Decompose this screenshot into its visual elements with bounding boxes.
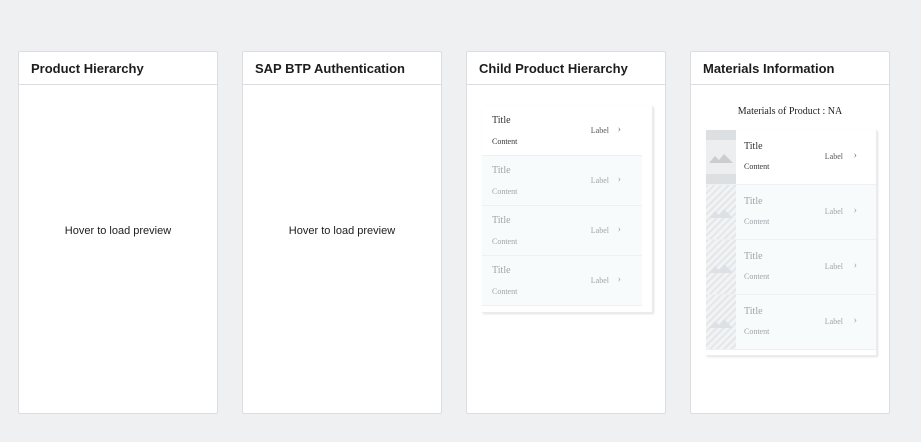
list-item-content: Content [492, 287, 518, 296]
preview-list: Title Content Label › Title Content Labe… [482, 106, 653, 313]
list-item-content: Content [492, 187, 518, 196]
list-item-label: Label [590, 276, 609, 285]
list-item-label: Label [590, 176, 609, 185]
list-item-label: Label [590, 126, 609, 135]
hover-to-load-text: Hover to load preview [288, 225, 396, 237]
materials-heading: Materials of Product : NA [737, 106, 843, 117]
card-title: Product Hierarchy [19, 52, 217, 85]
list-item[interactable]: Title Content Label › [706, 295, 876, 350]
list-item[interactable]: Title Content Label › [482, 206, 642, 256]
list-item-content: Content [744, 272, 770, 281]
list-item-label: Label [824, 207, 843, 216]
image-placeholder-icon [706, 185, 736, 239]
list-item-title: Title [492, 115, 511, 126]
list-item-content: Content [744, 327, 770, 336]
chevron-right-icon: › [617, 174, 621, 185]
image-placeholder-icon [706, 295, 736, 349]
list-item-label: Label [824, 317, 843, 326]
card-body[interactable]: Hover to load preview [243, 85, 441, 413]
list-item-title: Title [744, 306, 763, 317]
list-item-title: Title [492, 215, 511, 226]
image-placeholder-icon [706, 240, 736, 294]
list-item-label: Label [590, 226, 609, 235]
list-item-title: Title [492, 265, 511, 276]
chevron-right-icon: › [617, 124, 621, 135]
preview-card-child-product-hierarchy[interactable]: Child Product Hierarchy Title Content La… [466, 51, 666, 414]
list-item[interactable]: Title Content Label › [706, 240, 876, 295]
card-title: Child Product Hierarchy [467, 52, 665, 85]
list-item-content: Content [492, 137, 518, 146]
chevron-right-icon: › [853, 150, 857, 161]
preview-card-materials-information[interactable]: Materials Information Materials of Produ… [690, 51, 890, 414]
list-item-content: Content [492, 237, 518, 246]
list-item-title: Title [744, 141, 763, 152]
list-item-title: Title [492, 165, 511, 176]
card-title: Materials Information [691, 52, 889, 85]
card-body: Materials of Product : NA Title Content … [691, 85, 889, 413]
chevron-right-icon: › [617, 224, 621, 235]
chevron-right-icon: › [853, 205, 857, 216]
preview-card-sap-btp-authentication[interactable]: SAP BTP Authentication Hover to load pre… [242, 51, 442, 414]
hover-to-load-text: Hover to load preview [64, 225, 172, 237]
chevron-right-icon: › [853, 315, 857, 326]
list-item[interactable]: Title Content Label › [706, 185, 876, 240]
list-item-title: Title [744, 196, 763, 207]
preview-card-product-hierarchy[interactable]: Product Hierarchy Hover to load preview [18, 51, 218, 414]
chevron-right-icon: › [853, 260, 857, 271]
list-item-content: Content [744, 217, 770, 226]
list-item-content: Content [744, 162, 770, 171]
card-body[interactable]: Hover to load preview [19, 85, 217, 413]
preview-list: Title Content Label › Title Content Labe… [706, 130, 877, 356]
image-placeholder-icon [706, 130, 736, 184]
card-title: SAP BTP Authentication [243, 52, 441, 85]
list-item[interactable]: Title Content Label › [482, 106, 642, 156]
card-body: Title Content Label › Title Content Labe… [467, 85, 665, 413]
list-item[interactable]: Title Content Label › [482, 156, 642, 206]
list-item-label: Label [824, 262, 843, 271]
list-item[interactable]: Title Content Label › [706, 130, 876, 185]
list-item-title: Title [744, 251, 763, 262]
chevron-right-icon: › [617, 274, 621, 285]
list-item[interactable]: Title Content Label › [482, 256, 642, 306]
list-item-label: Label [824, 152, 843, 161]
